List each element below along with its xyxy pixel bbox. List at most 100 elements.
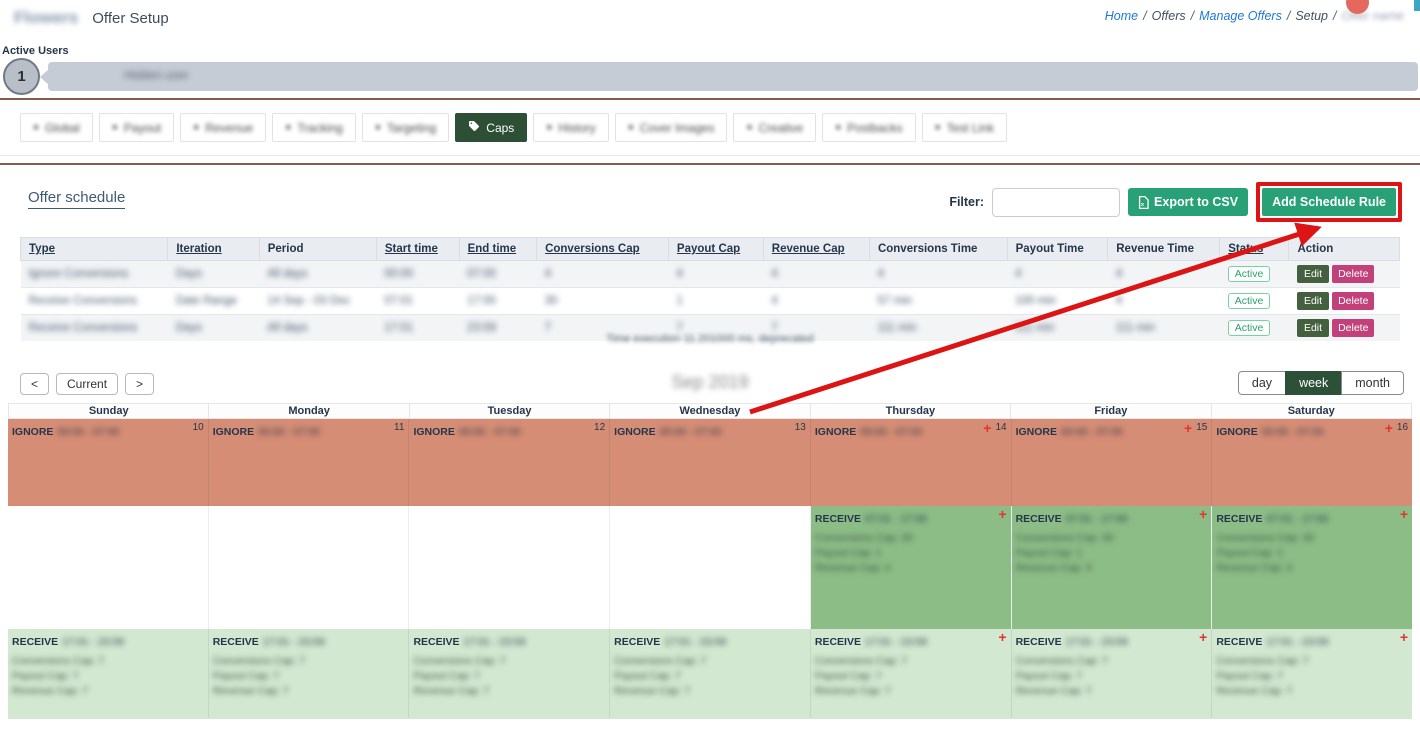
cell-value: 30 — [544, 295, 558, 307]
tab-revenue[interactable]: ● Revenue — [180, 113, 267, 142]
day-column-friday[interactable]: IGNORE 00:00 - 07:00 +15 RECEIVE 07:01 - 17:… — [1011, 419, 1213, 719]
add-event-icon[interactable]: + — [1199, 630, 1207, 644]
event-header: IGNORE 00:00 - 07:00 +14 — [811, 419, 1011, 440]
cell-value: 4 — [1115, 268, 1123, 280]
event-label: IGNORE — [413, 426, 455, 438]
day-column-saturday[interactable]: IGNORE 00:00 - 07:00 +16 RECEIVE 07:01 - 17:… — [1212, 419, 1413, 719]
active-users-count-badge: 1 — [3, 58, 40, 95]
receive-night-cell[interactable]: RECEIVE 17:01 - 23:59 Conversions Cap: 7 Pa… — [409, 629, 609, 719]
tab-history[interactable]: ● History — [533, 113, 609, 142]
column-header-end-time[interactable]: End time — [458, 237, 538, 261]
calendar-week-grid: IGNORE 00:00 - 07:00 10 RECEIVE 17:01 - 23:5… — [8, 419, 1413, 719]
cell-value: 1 — [676, 295, 683, 307]
event-corner: + — [1400, 630, 1408, 644]
cell-status: Active — [1219, 287, 1289, 315]
event-time: 00:00 - 07:00 — [57, 426, 120, 438]
column-header-revenue-cap[interactable]: Revenue Cap — [762, 237, 870, 261]
receive-day-block[interactable]: RECEIVE 07:01 - 17:00 + Conversions Cap: 30… — [1011, 506, 1212, 629]
tab-payout[interactable]: ● Payout — [98, 113, 175, 142]
breadcrumb-item-manage-offers[interactable]: Manage Offers — [1199, 9, 1282, 23]
add-schedule-rule-button[interactable]: Add Schedule Rule — [1262, 188, 1396, 216]
ignore-event-cell: IGNORE 00:00 - 07:00 10 — [8, 419, 208, 440]
day-column-wednesday[interactable]: IGNORE 00:00 - 07:00 13 RECEIVE 17:01 - 23:5… — [610, 419, 811, 718]
delete-button[interactable]: Delete — [1332, 265, 1375, 283]
images-icon: ● — [627, 121, 634, 133]
receive-night-cell[interactable]: RECEIVE 17:01 - 23:59 + Conversions Cap: 7 P… — [1012, 629, 1212, 719]
column-header-start-time[interactable]: Start time — [375, 237, 460, 261]
receive-night-cell[interactable]: RECEIVE 17:01 - 23:59 + Conversions Cap: 7 P… — [811, 629, 1011, 719]
cell-status: Active — [1219, 260, 1289, 288]
receive-night-cell[interactable]: RECEIVE 17:01 - 23:59 Conversions Cap: 7 Pa… — [8, 629, 208, 719]
event-label: IGNORE — [614, 426, 656, 438]
view-button-day[interactable]: day — [1237, 371, 1287, 395]
event-time: 17:01 - 23:59 — [262, 636, 325, 648]
cell-value: 07:01 — [384, 295, 414, 307]
receive-day-block[interactable]: RECEIVE 07:01 - 17:00 + Conversions Cap: 30… — [810, 506, 1011, 629]
event-detail-line: Conversions Cap: 7 — [413, 655, 506, 667]
event-time: 00:00 - 07:00 — [860, 426, 923, 438]
event-detail-line: Payout Cap: 1 — [1015, 547, 1083, 559]
receive-night-cell[interactable]: RECEIVE 17:01 - 23:59 + Conversions Cap: 7 P… — [1212, 629, 1412, 719]
day-number: 11 — [394, 422, 405, 433]
event-time: 00:00 - 07:00 — [1061, 426, 1123, 438]
add-event-icon[interactable]: + — [1400, 507, 1408, 521]
event-title: RECEIVE 17:01 - 23:59 — [1216, 632, 1328, 650]
event-details: Conversions Cap: 7 Payout Cap: 7 Revenue C… — [209, 650, 409, 699]
event-corner: 13 — [795, 422, 806, 433]
tab-global[interactable]: ● Global — [20, 113, 93, 142]
tab-test-link[interactable]: ● Test Link — [921, 113, 1007, 142]
day-column-thursday[interactable]: IGNORE 00:00 - 07:00 +14 RECEIVE 07:01 - 17:… — [810, 419, 1012, 719]
event-details: Conversions Cap: 30 Payout Cap: 1 Revenue … — [1012, 527, 1212, 576]
event-detail-line: Conversions Cap: 7 — [1216, 655, 1309, 667]
filter-input[interactable] — [992, 187, 1121, 217]
edit-button[interactable]: Edit — [1296, 292, 1330, 310]
delete-button[interactable]: Delete — [1332, 292, 1375, 310]
add-event-icon[interactable]: + — [1400, 630, 1408, 644]
day-column-tuesday[interactable]: IGNORE 00:00 - 07:00 12 RECEIVE 17:01 - 23:5… — [409, 419, 611, 719]
tab-creative[interactable]: ● Creative — [733, 113, 817, 142]
tab-targeting[interactable]: ● Targeting — [361, 113, 450, 142]
event-header: IGNORE 00:00 - 07:00 12 — [409, 419, 609, 440]
tab-tracking[interactable]: ● Tracking — [272, 113, 356, 142]
event-label: RECEIVE — [413, 636, 460, 648]
active-user-bar[interactable]: Hidden user — [48, 62, 1418, 91]
add-event-icon[interactable]: + — [1184, 421, 1192, 435]
tab-caps[interactable]: Caps — [455, 113, 528, 142]
day-column-sunday[interactable]: IGNORE 00:00 - 07:00 10 RECEIVE 17:01 - 23:5… — [8, 419, 209, 718]
event-label: RECEIVE — [12, 636, 59, 648]
cell-period: 14 Sep - 03 Dec — [259, 287, 377, 315]
event-header: IGNORE 00:00 - 07:00 +16 — [1212, 419, 1412, 440]
event-corner: + — [998, 630, 1006, 644]
column-header-payout-cap[interactable]: Payout Cap — [667, 237, 764, 261]
column-header-status[interactable]: Status — [1219, 237, 1290, 261]
event-time: 00:00 - 07:00 — [1261, 426, 1324, 438]
add-event-icon[interactable]: + — [998, 507, 1006, 521]
add-event-icon[interactable]: + — [1199, 507, 1207, 521]
export-csv-button[interactable]: x Export to CSV — [1128, 188, 1249, 216]
cell-rev_time: 4 — [1107, 260, 1220, 288]
receive-night-cell[interactable]: RECEIVE 17:01 - 23:59 Conversions Cap: 7 Pa… — [610, 629, 810, 719]
calendar-title: Sep 2019 — [671, 372, 749, 392]
tab-cover-images[interactable]: ● Cover Images — [614, 113, 728, 142]
breadcrumb-item-home[interactable]: Home — [1105, 9, 1138, 23]
add-event-icon[interactable]: + — [983, 421, 991, 435]
day-header-thursday: Thursday — [811, 404, 1012, 418]
view-button-week[interactable]: week — [1285, 371, 1343, 395]
add-event-icon[interactable]: + — [1385, 421, 1393, 435]
event-detail-line: Revenue Cap: 7 — [413, 685, 490, 697]
day-column-monday[interactable]: IGNORE 00:00 - 07:00 11 RECEIVE 17:01 - 23:5… — [209, 419, 410, 718]
cell-value: Receive Conversions — [28, 295, 138, 307]
tab-postbacks[interactable]: ● Postbacks — [822, 113, 916, 142]
edit-button[interactable]: Edit — [1296, 265, 1330, 283]
cell-value: 4 — [771, 268, 778, 280]
view-button-month[interactable]: month — [1341, 371, 1404, 395]
receive-night-cell[interactable]: RECEIVE 17:01 - 23:59 Conversions Cap: 7 Pa… — [209, 629, 409, 719]
event-header: IGNORE 00:00 - 07:00 10 — [8, 419, 208, 440]
column-header-iteration[interactable]: Iteration — [167, 237, 260, 261]
column-header-type[interactable]: Type — [19, 237, 169, 261]
add-event-icon[interactable]: + — [998, 630, 1006, 644]
event-detail-line: Conversions Cap: 7 — [12, 655, 105, 667]
day-header-saturday: Saturday — [1287, 405, 1335, 417]
column-header-conversions-cap[interactable]: Conversions Cap — [536, 237, 669, 261]
receive-day-block[interactable]: RECEIVE 07:01 - 17:00 + Conversions Cap: 30… — [1212, 506, 1413, 629]
